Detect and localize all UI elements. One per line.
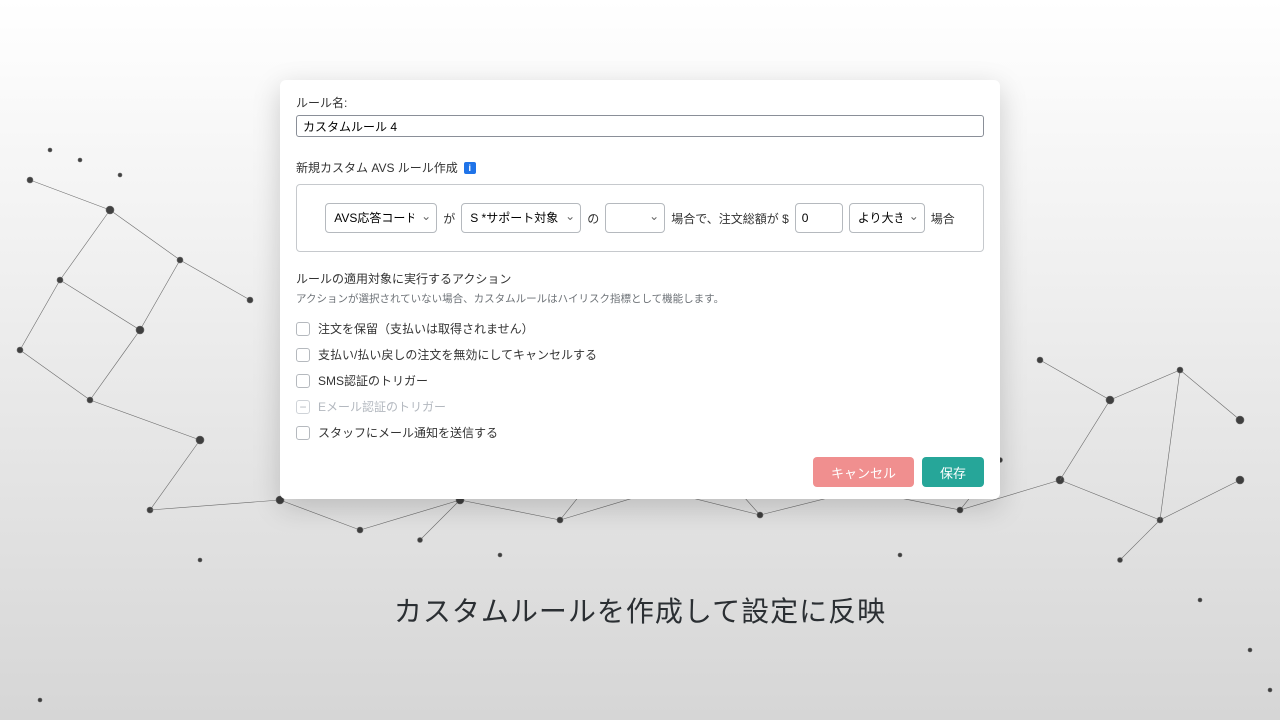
check-hold-order[interactable]: 注文を保留（支払いは取得されません） [296, 320, 984, 337]
page-caption: カスタムルールを作成して設定に反映 [0, 590, 1280, 630]
txt-ga: が [443, 210, 455, 227]
check-hold-order-box[interactable] [296, 322, 310, 336]
actions-hint: アクションが選択されていない場合、カスタムルールはハイリスク指標として機能します… [296, 291, 984, 306]
info-icon[interactable]: i [464, 162, 476, 174]
txt-case-total: 場合で、注文総額が $ [671, 210, 789, 227]
support-select[interactable]: S *サポート対象外 [461, 203, 581, 233]
check-email-trigger: − Eメール認証のトリガー [296, 398, 984, 415]
modal-footer: キャンセル 保存 [296, 457, 984, 487]
rule-builder: AVS応答コード が S *サポート対象外 の 場合で、注文総額が $ より大き… [296, 184, 984, 252]
cancel-button[interactable]: キャンセル [813, 457, 914, 487]
check-void-order-box[interactable] [296, 348, 310, 362]
new-rule-section-title: 新規カスタム AVS ルール作成 i [296, 159, 984, 176]
actions-checklist: 注文を保留（支払いは取得されません） 支払い/払い戻しの注文を無効にしてキャンセ… [296, 320, 984, 441]
check-notify-staff[interactable]: スタッフにメール通知を送信する [296, 424, 984, 441]
check-sms-trigger[interactable]: SMS認証のトリガー [296, 372, 984, 389]
check-notify-staff-box[interactable] [296, 426, 310, 440]
check-sms-trigger-box[interactable] [296, 374, 310, 388]
minus-icon: − [296, 400, 310, 414]
actions-title: ルールの適用対象に実行するアクション [296, 270, 984, 287]
avs-code-select[interactable]: AVS応答コード [325, 203, 437, 233]
new-rule-title-text: 新規カスタム AVS ルール作成 [296, 159, 458, 176]
check-sms-trigger-label: SMS認証のトリガー [318, 372, 428, 389]
txt-case: 場合 [931, 210, 955, 227]
check-email-trigger-label: Eメール認証のトリガー [318, 398, 446, 415]
txt-no: の [587, 210, 599, 227]
check-void-order-label: 支払い/払い戻しの注文を無効にしてキャンセルする [318, 346, 597, 363]
check-notify-staff-label: スタッフにメール通知を送信する [318, 424, 498, 441]
amount-input[interactable] [795, 203, 843, 233]
rule-name-input[interactable] [296, 115, 984, 137]
blank-select[interactable] [605, 203, 665, 233]
check-hold-order-label: 注文を保留（支払いは取得されません） [318, 320, 534, 337]
check-void-order[interactable]: 支払い/払い戻しの注文を無効にしてキャンセルする [296, 346, 984, 363]
rule-name-label: ルール名: [296, 94, 984, 111]
comparator-select[interactable]: より大きい [849, 203, 925, 233]
save-button[interactable]: 保存 [922, 457, 984, 487]
custom-rule-modal: ルール名: 新規カスタム AVS ルール作成 i AVS応答コード が S *サ… [280, 80, 1000, 499]
